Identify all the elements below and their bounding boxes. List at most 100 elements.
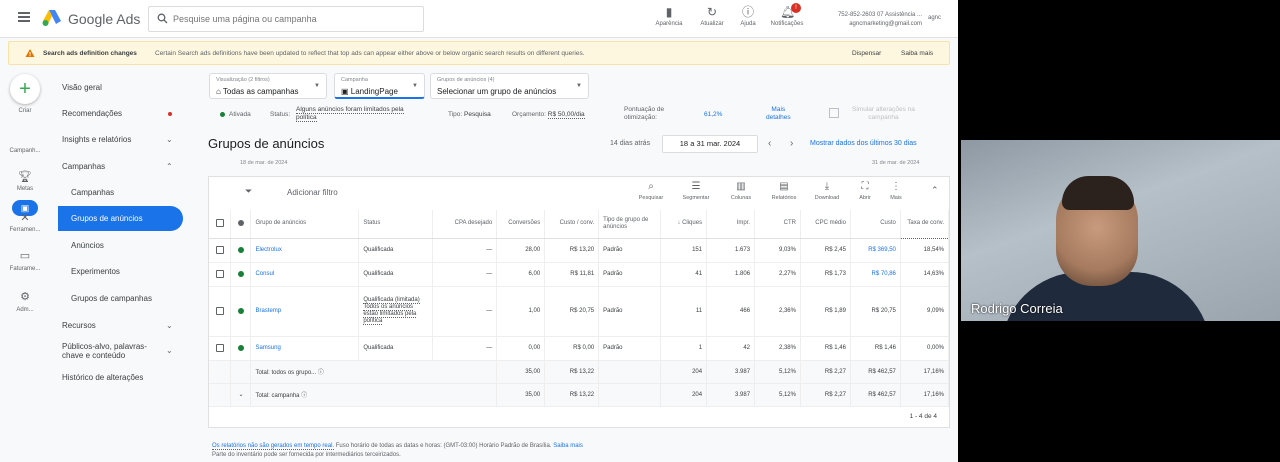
row-status-dot[interactable]	[237, 307, 244, 314]
billing-icon[interactable]: ▭	[17, 250, 33, 262]
nav-history[interactable]: Histórico de alterações	[62, 373, 143, 382]
row-status[interactable]: Qualificada (limitada) Todos os anúncios …	[358, 286, 434, 337]
search-box[interactable]	[148, 6, 424, 32]
table-row[interactable]: Electrolux Qualificada — 28,00 R$ 13,20 …	[209, 238, 950, 263]
col-avg-cpc[interactable]: CPC médio	[800, 210, 851, 239]
col-cost-per-conv[interactable]: Custo / conv.	[544, 210, 600, 239]
row-status-dot[interactable]	[237, 270, 244, 277]
realtime-reports-link[interactable]: Os relatórios não são gerados em tempo r…	[212, 443, 335, 450]
nav-recommendations[interactable]: Recomendações	[62, 109, 122, 118]
account-avatar[interactable]: agnc	[928, 15, 941, 21]
dismiss-button[interactable]: Dispensar	[852, 50, 881, 57]
table-row[interactable]: Brastemp Qualificada (limitada) Todos os …	[209, 286, 950, 337]
learn-more-link[interactable]: Saiba mais	[901, 50, 933, 57]
simulate-changes-button[interactable]: Simular alterações na campanha	[852, 106, 915, 122]
gear-icon[interactable]: ⚙	[17, 291, 33, 303]
optimization-score[interactable]: 61,2%	[704, 111, 722, 118]
chevron-down-icon[interactable]: ⌄	[238, 392, 243, 398]
nav-sub-experiments[interactable]: Experimentos	[71, 267, 120, 276]
row-checkbox[interactable]	[215, 307, 224, 315]
col-target-cpa[interactable]: CPA desejado	[432, 210, 498, 239]
chevron-up-icon[interactable]: ⌃	[166, 162, 173, 171]
download-tool-button[interactable]: ⤓ Download	[807, 181, 847, 201]
nav-assets[interactable]: Recursos	[62, 321, 96, 330]
table-row[interactable]: Consul Qualificada — 6,00 R$ 11,81 Padrã…	[209, 262, 950, 287]
row-status-dot[interactable]	[237, 246, 244, 253]
trophy-icon[interactable]: 🏆︎	[17, 171, 33, 183]
status-value[interactable]: Alguns anúncios foram limitados pela polí…	[296, 106, 404, 122]
nav-sub-campaigns[interactable]: Campanhas	[71, 188, 114, 197]
row-checkbox[interactable]	[215, 344, 224, 352]
col-conv-rate[interactable]: Taxa de conv.	[900, 210, 950, 239]
tools-icon[interactable]: ✕	[17, 212, 33, 224]
table-row[interactable]: Samsung Qualificada — 0,00 R$ 0,00 Padrã…	[209, 336, 950, 361]
more-details-link[interactable]: Mais detalhes	[766, 106, 791, 122]
row-status-dot[interactable]	[237, 344, 244, 351]
columns-tool-button[interactable]: ▥ Colunas	[721, 181, 761, 201]
search-tool-button[interactable]: ⌕ Pesquisar	[631, 181, 671, 201]
nav-audiences[interactable]: Públicos-alvo, palavras-chave e conteúdo	[62, 342, 147, 360]
col-status[interactable]: Status	[358, 210, 434, 239]
admin-rail-label[interactable]: Adm...	[0, 307, 50, 313]
nav-sub-adgroups[interactable]: Grupos de anúncios	[58, 206, 183, 231]
chevron-right-icon[interactable]: ›	[790, 138, 793, 149]
add-filter[interactable]: Adicionar filtro	[287, 188, 338, 197]
more-tool-button[interactable]: ⋮ Mais	[876, 181, 916, 201]
recommendations-alert-dot	[168, 112, 172, 116]
search-input[interactable]	[173, 10, 413, 28]
row-checkbox[interactable]	[215, 270, 224, 278]
row-checkbox[interactable]	[215, 246, 224, 254]
adgroup-name-link[interactable]: Brastemp	[250, 286, 360, 337]
chevron-down-icon[interactable]: ⌄	[166, 135, 173, 144]
chevron-down-icon[interactable]: ⌄	[166, 321, 173, 330]
nav-sub-campaign-groups[interactable]: Grupos de campanhas	[71, 294, 152, 303]
col-clicks[interactable]: ↓ Cliques	[660, 210, 708, 239]
reports-tool-button[interactable]: ▤ Relatórios	[764, 181, 804, 201]
appearance-button[interactable]: ▮ Aparência	[649, 5, 689, 27]
adgroup-name-link[interactable]: Electrolux	[250, 238, 360, 263]
chevron-down-icon[interactable]: ⌄	[166, 346, 173, 355]
segment-tool-button[interactable]: ☰ Segmentar	[676, 181, 716, 201]
campaigns-rail-label[interactable]: Campanh...	[0, 148, 50, 154]
notifications-button[interactable]: 🔔︎ ! Notificações	[767, 3, 807, 27]
billing-rail-label[interactable]: Faturame...	[0, 266, 50, 272]
campaign-state[interactable]: Ativada	[220, 111, 251, 118]
show-last-30-days-link[interactable]: Mostrar dados dos últimos 30 dias	[810, 140, 917, 147]
nav-overview[interactable]: Visão geral	[62, 83, 102, 92]
col-adgroup[interactable]: Grupo de anúncios	[250, 210, 360, 239]
col-conversions[interactable]: Conversões	[496, 210, 546, 239]
row-cost[interactable]: R$ 70,86	[850, 262, 901, 287]
info-icon[interactable]: ⓘ	[318, 370, 324, 376]
nav-sub-ads[interactable]: Anúncios	[71, 241, 104, 250]
notification-badge: !	[791, 3, 801, 13]
goals-rail-label[interactable]: Metas	[0, 186, 50, 192]
col-ctr[interactable]: CTR	[754, 210, 801, 239]
filter-icon[interactable]: ⏷	[245, 186, 252, 197]
google-ads-window: Google Ads ▮ Aparência ↻ Atualizar ⓘ Aju…	[0, 0, 958, 462]
col-cost[interactable]: Custo	[850, 210, 901, 239]
campaign-budget[interactable]: Orçamento: R$ 50,00/dia	[512, 111, 585, 119]
view-selector[interactable]: Visualização (2 filtros) ⌂ Todas as camp…	[209, 73, 327, 99]
nav-campaigns[interactable]: Campanhas	[62, 162, 105, 171]
adgroup-name-link[interactable]: Samsung	[250, 336, 360, 361]
create-button[interactable]: +	[10, 74, 40, 104]
menu-icon[interactable]	[18, 12, 30, 22]
info-icon[interactable]: ⓘ	[301, 393, 307, 399]
chevron-left-icon[interactable]: ‹	[768, 138, 771, 149]
select-all-checkbox[interactable]	[215, 219, 224, 228]
adgroup-selector[interactable]: Grupos de anúncios (4) Selecionar um gru…	[430, 73, 589, 99]
chevron-up-icon[interactable]: ⌃	[931, 185, 939, 196]
row-cost[interactable]: R$ 369,50	[850, 238, 901, 263]
create-label: Criar	[18, 108, 32, 114]
tools-rail-label[interactable]: Ferramen...	[0, 227, 50, 233]
footer-learn-more-link[interactable]: Saiba mais	[553, 443, 583, 449]
date-range-picker[interactable]: 18 a 31 mar. 2024	[662, 135, 758, 153]
col-adgroup-type[interactable]: Tipo de grupo de anúncios	[598, 210, 662, 239]
col-impressions[interactable]: Impr.	[706, 210, 756, 239]
adgroup-name-link[interactable]: Consul	[250, 262, 360, 287]
account-info[interactable]: 752-852-2603 07 Assistência ... agncmark…	[812, 11, 922, 29]
nav-insights[interactable]: Insights e relatórios	[62, 135, 131, 144]
refresh-button[interactable]: ↻ Atualizar	[692, 5, 732, 27]
help-button[interactable]: ⓘ Ajuda	[728, 5, 768, 27]
campaign-selector[interactable]: Campanha ▣ LandingPage ▼	[334, 73, 425, 99]
